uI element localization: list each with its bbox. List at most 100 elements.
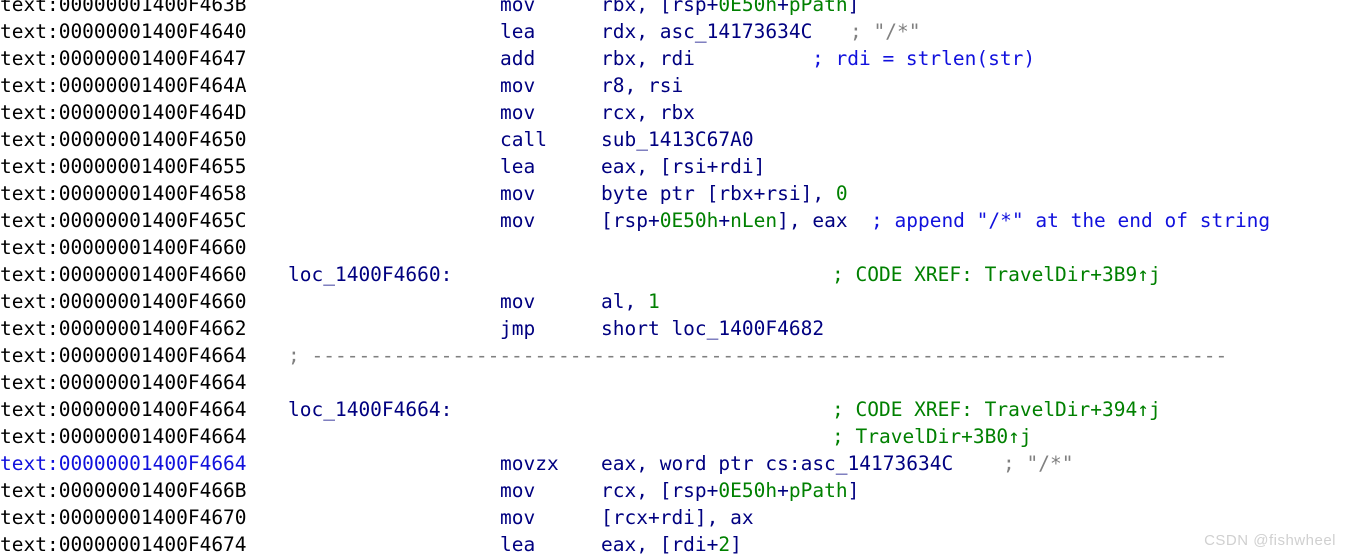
disassembly-line[interactable]: text:00000001400F4640 lea rdx, asc_1417363… <box>0 18 1346 45</box>
disassembly-line[interactable]: text:00000001400F4662jmpshort loc_1400F4… <box>0 315 1346 342</box>
instruction-operands[interactable]: eax, word ptr cs:asc_14173634C <box>601 450 953 477</box>
operand-text: ] <box>848 479 860 502</box>
disassembly-line[interactable]: text:00000001400F4664 <box>0 369 1346 396</box>
operand-text: + <box>777 479 789 502</box>
instruction-operands[interactable]: sub_1413C67A0 <box>601 126 754 153</box>
operand-text: eax, [rdi+ <box>601 533 718 556</box>
instruction-operands[interactable]: al, 1 <box>601 288 660 315</box>
instruction-mnemonic: mov <box>500 288 535 315</box>
line-address: text:00000001400F4640 <box>0 18 247 45</box>
line-address: text:00000001400F4660 <box>0 288 247 315</box>
line-address: text:00000001400F4664 <box>0 342 247 369</box>
disassembly-line[interactable]: text:00000001400F4655 lea eax, [rsi+rdi] <box>0 153 1346 180</box>
disassembly-line[interactable]: text:00000001400F4660 mov al, 1 <box>0 288 1346 315</box>
instruction-operands[interactable]: byte ptr [rbx+rsi], 0 <box>601 180 848 207</box>
line-address: text:00000001400F4670 <box>0 504 247 531</box>
operand-text: short loc_1400F4682 <box>601 317 824 340</box>
disassembly-line[interactable]: text:00000001400F4664; TravelDir+3B0↑j <box>0 423 1346 450</box>
disassembly-line[interactable]: text:00000001400F463B mov rbx, [rsp+0E50h+… <box>0 0 1346 18</box>
instruction-operands[interactable]: eax, [rdi+2] <box>601 531 742 558</box>
instruction-mnemonic: mov <box>500 0 535 18</box>
operand-text: ] <box>848 0 860 16</box>
xref-comment: ; CODE XREF: TravelDir+394↑j <box>832 396 1161 423</box>
code-label[interactable]: loc_1400F4664: <box>288 396 452 423</box>
operand-text: eax, word ptr cs:asc_14173634C <box>601 452 953 475</box>
operand-text: + <box>777 0 789 16</box>
line-address: text:00000001400F4655 <box>0 153 247 180</box>
line-address: text:00000001400F466B <box>0 477 247 504</box>
operand-text: ] <box>730 533 742 556</box>
instruction-operands[interactable]: [rcx+rdi], ax <box>601 504 754 531</box>
watermark: CSDN @fishwheel <box>1204 532 1336 549</box>
operand-value: 0E50h <box>718 0 777 16</box>
line-address: text:00000001400F4660 <box>0 261 247 288</box>
line-address: text:00000001400F4674 <box>0 531 247 558</box>
disassembly-line[interactable]: text:00000001400F4670 mov [rcx+rdi], ax <box>0 504 1346 531</box>
disassembly-line[interactable]: text:00000001400F4647 add rbx, rdi ; rdi = … <box>0 45 1346 72</box>
instruction-mnemonic: mov <box>500 477 535 504</box>
instruction-operands[interactable]: eax, [rsi+rdi] <box>601 153 765 180</box>
instruction-mnemonic: mov <box>500 72 535 99</box>
operand-text: rbx, rdi <box>601 47 695 70</box>
disassembly-line[interactable]: text:00000001400F4660loc_1400F4660:; COD… <box>0 261 1346 288</box>
instruction-mnemonic: lea <box>500 153 535 180</box>
instruction-operands[interactable]: rbx, rdi <box>601 45 695 72</box>
instruction-operands[interactable]: [rsp+0E50h+nLen], eax <box>601 207 848 234</box>
operand-text: [rcx+rdi], ax <box>601 506 754 529</box>
disassembly-view[interactable]: text:00000001400F463B mov rbx, [rsp+0E50h+… <box>0 0 1346 546</box>
operand-text: byte ptr [rbx+rsi], <box>601 182 836 205</box>
code-label[interactable]: loc_1400F4660: <box>288 261 452 288</box>
line-address: text:00000001400F463B <box>0 0 247 18</box>
line-address: text:00000001400F4660 <box>0 234 247 261</box>
line-address: text:00000001400F465C <box>0 207 247 234</box>
operand-value: 0 <box>836 182 848 205</box>
disassembly-line[interactable]: text:00000001400F464Dmovrcx, rbx <box>0 99 1346 126</box>
instruction-mnemonic: add <box>500 45 535 72</box>
user-comment: ; rdi = strlen(str) <box>812 45 1035 72</box>
operand-value: 2 <box>718 533 730 556</box>
instruction-mnemonic: mov <box>500 504 535 531</box>
instruction-operands[interactable]: rbx, [rsp+0E50h+pPath] <box>601 0 859 18</box>
line-address: text:00000001400F464A <box>0 72 247 99</box>
instruction-mnemonic: movzx <box>500 450 559 477</box>
operand-text: eax, [rsi+rdi] <box>601 155 765 178</box>
disassembly-line[interactable]: text:00000001400F4664movzxeax, word ptr … <box>0 450 1346 477</box>
xref-comment: ; TravelDir+3B0↑j <box>832 423 1032 450</box>
operand-text: rcx, [rsp+ <box>601 479 718 502</box>
operand-value: 0E50h <box>660 209 719 232</box>
line-address: text:00000001400F4658 <box>0 180 247 207</box>
instruction-operands[interactable]: rdx, asc_14173634C <box>601 18 812 45</box>
operand-text: rdx, asc_14173634C <box>601 20 812 43</box>
instruction-operands[interactable]: r8, rsi <box>601 72 683 99</box>
operand-value: nLen <box>730 209 777 232</box>
disassembly-line[interactable]: text:00000001400F4664loc_1400F4664:; COD… <box>0 396 1346 423</box>
operand-text: sub_1413C67A0 <box>601 128 754 151</box>
instruction-operands[interactable]: rcx, [rsp+0E50h+pPath] <box>601 477 859 504</box>
disassembly-line[interactable]: text:00000001400F4664 ; -----------------… <box>0 342 1346 369</box>
operand-text: rcx, rbx <box>601 101 695 124</box>
instruction-mnemonic: lea <box>500 18 535 45</box>
disassembly-line[interactable]: text:00000001400F464A mov r8, rsi <box>0 72 1346 99</box>
operand-text: [rsp+ <box>601 209 660 232</box>
instruction-operands[interactable]: short loc_1400F4682 <box>601 315 824 342</box>
operand-text: + <box>718 209 730 232</box>
line-address: text:00000001400F4647 <box>0 45 247 72</box>
disassembly-line[interactable]: text:00000001400F4660 <box>0 234 1346 261</box>
instruction-mnemonic: lea <box>500 531 535 558</box>
line-address: text:00000001400F464D <box>0 99 247 126</box>
function-separator: ; --------------------------------------… <box>288 342 1227 369</box>
operand-value: pPath <box>789 0 848 16</box>
instruction-operands[interactable]: rcx, rbx <box>601 99 695 126</box>
auto-comment: ; "/*" <box>850 18 920 45</box>
instruction-mnemonic: call <box>500 126 547 153</box>
disassembly-line[interactable]: text:00000001400F4658 mov byte ptr [rbx+rs… <box>0 180 1346 207</box>
disassembly-line[interactable]: text:00000001400F465Cmov[rsp+0E50h+nLen]… <box>0 207 1346 234</box>
instruction-mnemonic: mov <box>500 180 535 207</box>
auto-comment: ; "/*" <box>1003 450 1073 477</box>
user-comment: ; append "/*" at the end of string <box>871 207 1270 234</box>
disassembly-line[interactable]: text:00000001400F4674 lea eax, [rdi+2] <box>0 531 1346 558</box>
disassembly-line[interactable]: text:00000001400F466B mov rcx, [rsp+0E50h+… <box>0 477 1346 504</box>
operand-value: pPath <box>789 479 848 502</box>
instruction-mnemonic: jmp <box>500 315 535 342</box>
disassembly-line[interactable]: text:00000001400F4650callsub_1413C67A0 <box>0 126 1346 153</box>
